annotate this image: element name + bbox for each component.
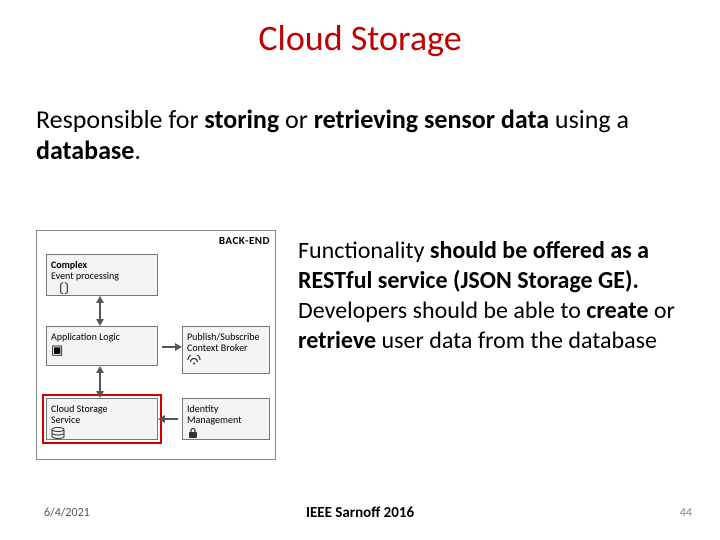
text-bold: retrieve	[298, 326, 376, 355]
text-bold: database	[36, 134, 134, 166]
text: Functionality	[298, 236, 430, 265]
text: user data from the database	[376, 326, 657, 355]
wifi-icon	[187, 355, 201, 369]
arrow-right-icon	[175, 343, 182, 351]
footer-page-number: 44	[680, 506, 692, 520]
paragraph: Developers should be able to create or r…	[298, 296, 684, 356]
text: .	[134, 134, 141, 166]
cube-icon: ▣	[51, 344, 63, 358]
arrow-up-icon	[96, 366, 104, 373]
arrow-left-icon	[158, 415, 165, 423]
node-identity-management: Identity Management	[182, 398, 270, 440]
node-label: Service	[51, 414, 153, 425]
text: Developers should be able to	[298, 296, 586, 325]
node-application-logic: Application Logic ▣	[46, 326, 158, 366]
node-pubsub-context-broker: Publish/Subscribe Context Broker	[182, 326, 270, 374]
arrow-up-icon	[96, 296, 104, 303]
slide: Cloud Storage Responsible for storing or…	[0, 0, 720, 540]
text-bold: sensor data	[424, 103, 549, 135]
architecture-diagram: BACK-END Complex Event processing 〔〕 App…	[36, 230, 276, 460]
slide-title: Cloud Storage	[0, 16, 720, 60]
slide-subtitle: Responsible for storing or retrieving se…	[36, 104, 684, 166]
node-label: Event processing	[51, 270, 153, 281]
node-label: Application Logic	[51, 331, 153, 342]
arrow-connector	[164, 418, 178, 420]
text: or	[648, 296, 674, 325]
text-bold: create	[586, 296, 648, 325]
footer-source: IEEE Sarnoff 2016	[0, 504, 720, 522]
text: Responsible for	[36, 103, 204, 135]
lock-icon	[187, 427, 199, 443]
text-bold: retrieving	[314, 103, 418, 135]
backend-label: BACK-END	[219, 234, 270, 247]
text: or	[279, 103, 314, 135]
arrow-connector	[162, 346, 176, 348]
arrow-down-icon	[96, 319, 104, 326]
database-icon	[51, 427, 65, 443]
body-text: Functionality should be offered as a RES…	[298, 236, 684, 356]
paragraph: Functionality should be offered as a RES…	[298, 236, 684, 296]
arrow-connector	[99, 303, 101, 319]
node-cloud-storage-service: Cloud Storage Service	[46, 398, 158, 440]
node-label: Management	[187, 414, 265, 425]
text: using a	[549, 103, 629, 135]
brackets-icon: 〔〕	[51, 283, 77, 297]
arrow-connector	[99, 373, 101, 391]
text-bold: storing	[204, 103, 279, 135]
node-label: Context Broker	[187, 342, 265, 353]
node-complex-event-processing: Complex Event processing 〔〕	[46, 254, 158, 296]
arrow-down-icon	[96, 391, 104, 398]
